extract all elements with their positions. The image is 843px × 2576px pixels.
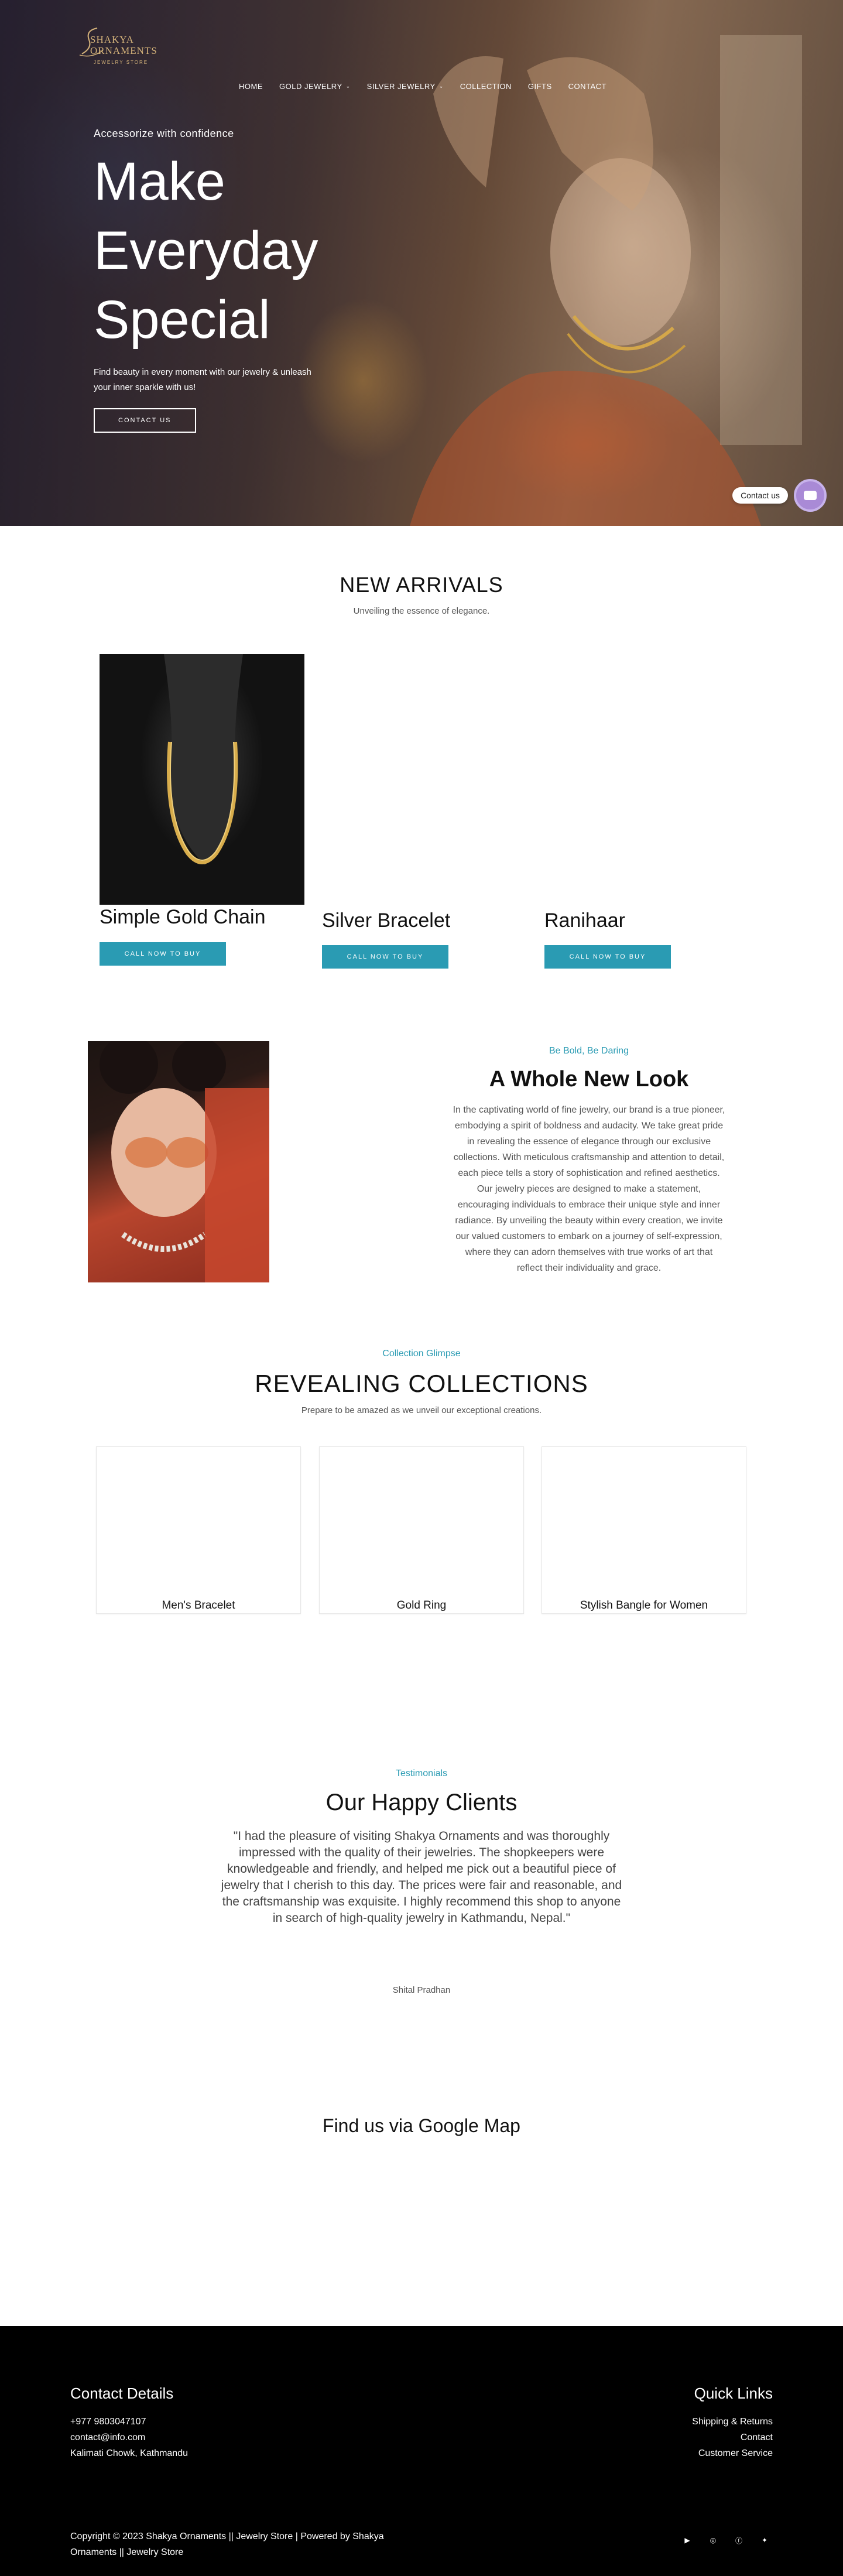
copyright-line2: Ornaments || Jewelry Store [70,2547,184,2557]
call-now-to-buy-button[interactable]: CALL NOW TO BUY [544,945,671,969]
product-name[interactable]: Simple Gold Chain [100,906,265,929]
contact-details-heading: Contact Details [70,2385,174,2402]
hero-title: Make Everyday Special [94,147,318,354]
youtube-icon[interactable]: ▶ [681,2534,693,2546]
brand-name-line1: SHAKYA [90,34,134,45]
link-contact[interactable]: Contact [692,2430,773,2445]
collection-card-stylish-bangle[interactable]: Stylish Bangle for Women [542,1446,746,1614]
nav-item-contact[interactable]: CONTACT [560,82,615,91]
brand-name-line2: ORNAMENTS [90,45,157,56]
hero-title-line3: Special [94,290,270,350]
brand-name: SHAKYA ORNAMENTS [90,34,157,56]
testimonial-quote: "I had the pleasure of visiting Shakya O… [221,1829,622,1925]
hero-title-line2: Everyday [94,221,318,280]
hero-title-line1: Make [94,152,225,211]
nav-label: HOME [239,82,263,91]
portrait-illustration [100,1041,269,1282]
nav-label: GIFTS [527,82,552,91]
contact-us-button[interactable]: CONTACT US [94,408,196,433]
brand-logo[interactable]: SHAKYA ORNAMENTS JEWELRY STORE [70,22,164,69]
testimonial-author: Shital Pradhan [392,1985,451,1995]
product-image-gold-chain[interactable] [100,654,304,905]
hero-content: Accessorize with confidence Make Everyda… [94,128,318,433]
nav-label: SILVER JEWELRY [366,82,436,91]
chevron-down-icon: ⌄ [345,83,351,89]
collections-title: REVEALING COLLECTIONS [255,1370,588,1397]
facebook-icon[interactable]: ⓕ [733,2534,745,2546]
site-footer: Contact Details +977 9803047107 contact@… [0,2326,843,2576]
copyright: Copyright © 2023 Shakya Ornaments || Jew… [70,2529,422,2560]
link-shipping-returns[interactable]: Shipping & Returns [692,2414,773,2430]
brand-tagline: JEWELRY STORE [94,60,149,65]
instagram-icon[interactable]: ◎ [707,2534,719,2546]
contact-address: Kalimati Chowk, Kathmandu [70,2448,188,2458]
link-customer-service[interactable]: Customer Service [692,2445,773,2461]
call-now-to-buy-button[interactable]: CALL NOW TO BUY [100,942,226,966]
look-title: A Whole New Look [489,1067,689,1092]
nav-label: CONTACT [568,82,607,91]
model-portrait-image [88,1041,269,1282]
chat-icon[interactable] [794,479,827,512]
nav-item-silver-jewelry[interactable]: SILVER JEWELRY ⌄ [359,82,452,91]
look-body: In the captivating world of fine jewelry… [453,1105,725,1273]
collection-card-gold-ring[interactable]: Gold Ring [319,1446,524,1614]
nav-item-home[interactable]: HOME [231,82,271,91]
hero-description: Find beauty in every moment with our jew… [94,367,311,392]
quick-links-heading: Quick Links [694,2385,773,2402]
look-eyebrow: Be Bold, Be Daring [549,1046,629,1056]
collection-name[interactable]: Stylish Bangle for Women [542,1599,746,1613]
copyright-line1: Copyright © 2023 Shakya Ornaments || Jew… [70,2531,384,2541]
collection-card-mens-bracelet[interactable]: Men's Bracelet [96,1446,301,1614]
collections-eyebrow: Collection Glimpse [382,1349,461,1359]
gold-chain-illustration [164,654,243,865]
contact-email[interactable]: contact@info.com [70,2430,188,2445]
nav-item-gifts[interactable]: GIFTS [520,82,560,91]
testimonials-eyebrow: Testimonials [395,1768,448,1778]
nav-item-collection[interactable]: COLLECTION [452,82,520,91]
quick-links: Shipping & Returns Contact Customer Serv… [692,2414,773,2461]
nav-item-gold-jewelry[interactable]: GOLD JEWELRY ⌄ [271,82,359,91]
hero-section: SHAKYA ORNAMENTS JEWELRY STORE HOME GOLD… [0,0,843,526]
social-links: ▶ ◎ ⓕ ✦ [681,2534,770,2546]
chevron-down-icon: ⌄ [438,83,444,89]
collection-name[interactable]: Men's Bracelet [97,1599,300,1613]
nav-label: COLLECTION [460,82,512,91]
collections-subtitle: Prepare to be amazed as we unveil our ex… [301,1405,542,1415]
nav-label: GOLD JEWELRY [279,82,342,91]
contact-widget-label[interactable]: Contact us [732,487,788,504]
collection-name[interactable]: Gold Ring [320,1599,523,1613]
twitter-icon[interactable]: ✦ [759,2534,770,2546]
product-name[interactable]: Ranihaar [544,909,625,932]
hero-tagline: Accessorize with confidence [94,128,234,139]
new-arrivals-title: NEW ARRIVALS [340,573,503,597]
contact-phone[interactable]: +977 9803047107 [70,2414,188,2430]
contact-widget[interactable]: Contact us [732,479,827,512]
new-arrivals-subtitle: Unveiling the essence of elegance. [353,606,490,616]
map-title: Find us via Google Map [323,2115,520,2136]
testimonials-title: Our Happy Clients [325,1790,518,1815]
contact-details: +977 9803047107 contact@info.com Kalimat… [70,2414,188,2461]
call-now-to-buy-button[interactable]: CALL NOW TO BUY [322,945,448,969]
product-name[interactable]: Silver Bracelet [322,909,450,932]
main-nav: HOME GOLD JEWELRY ⌄ SILVER JEWELRY ⌄ COLLE… [231,82,615,91]
